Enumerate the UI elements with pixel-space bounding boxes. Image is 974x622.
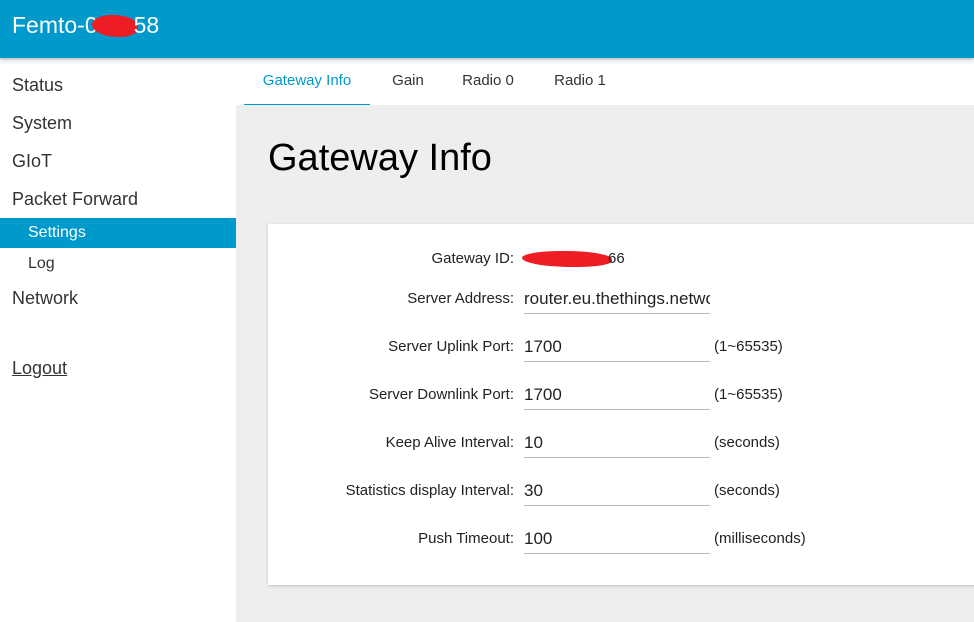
sidebar-item-packet-forward[interactable]: Packet Forward <box>12 189 138 210</box>
title-suffix: 58 <box>133 12 160 38</box>
downlink-port-label: Server Downlink Port: <box>368 386 514 403</box>
sidebar-item-settings[interactable]: Settings <box>0 218 236 248</box>
server-address-input[interactable] <box>524 284 710 314</box>
sidebar-item-system[interactable]: System <box>12 113 72 134</box>
keep-alive-row: Keep Alive Interval: (seconds) <box>268 428 974 458</box>
keep-alive-label: Keep Alive Interval: <box>385 434 514 451</box>
app-header: Femto-0 58 <box>0 0 974 58</box>
tab-gain[interactable]: Gain <box>376 58 440 107</box>
stats-interval-unit: (seconds) <box>714 482 780 499</box>
push-timeout-input[interactable] <box>524 524 710 554</box>
gateway-id-label: Gateway ID: <box>431 250 514 267</box>
stats-interval-row: Statistics display Interval: (seconds) <box>268 476 974 506</box>
gateway-id-suffix: 66 <box>608 250 625 267</box>
server-address-label: Server Address: <box>407 290 514 307</box>
keep-alive-input[interactable] <box>524 428 710 458</box>
tab-radio-0[interactable]: Radio 0 <box>450 58 526 107</box>
uplink-port-unit: (1~65535) <box>714 338 783 355</box>
gateway-id-row: Gateway ID: 66 <box>268 244 974 274</box>
downlink-port-unit: (1~65535) <box>714 386 783 403</box>
tab-gateway-info[interactable]: Gateway Info <box>244 58 370 107</box>
device-title: Femto-0 58 <box>12 12 159 39</box>
sidebar-item-giot[interactable]: GIoT <box>12 151 52 172</box>
downlink-port-input[interactable] <box>524 380 710 410</box>
sidebar: Status System GIoT Packet Forward Settin… <box>0 58 236 622</box>
downlink-port-row: Server Downlink Port: (1~65535) <box>268 380 974 410</box>
uplink-port-input[interactable] <box>524 332 710 362</box>
keep-alive-unit: (seconds) <box>714 434 780 451</box>
redaction-mark <box>522 251 612 268</box>
content-area: Gateway Info Gateway ID: 66 Server Addre… <box>236 105 974 622</box>
logout-link[interactable]: Logout <box>12 358 67 379</box>
tab-bar: Gateway Info Gain Radio 0 Radio 1 <box>236 58 974 107</box>
stats-interval-input[interactable] <box>524 476 710 506</box>
push-timeout-unit: (milliseconds) <box>714 530 806 547</box>
push-timeout-row: Push Timeout: (milliseconds) <box>268 524 974 554</box>
gateway-id-value: 66 <box>522 250 625 268</box>
uplink-port-row: Server Uplink Port: (1~65535) <box>268 332 974 362</box>
tab-radio-1[interactable]: Radio 1 <box>542 58 618 107</box>
uplink-port-label: Server Uplink Port: <box>388 338 514 355</box>
stats-interval-label: Statistics display Interval: <box>345 482 514 499</box>
settings-card: Gateway ID: 66 Server Address: Server Up… <box>268 224 974 585</box>
title-prefix: Femto-0 <box>12 12 98 38</box>
push-timeout-label: Push Timeout: <box>418 530 514 547</box>
page-title: Gateway Info <box>268 137 492 179</box>
server-address-row: Server Address: <box>268 284 974 314</box>
sidebar-item-log[interactable]: Log <box>0 249 236 279</box>
sidebar-item-status[interactable]: Status <box>12 75 63 96</box>
redaction-mark <box>91 14 138 37</box>
sidebar-item-network[interactable]: Network <box>12 288 78 309</box>
